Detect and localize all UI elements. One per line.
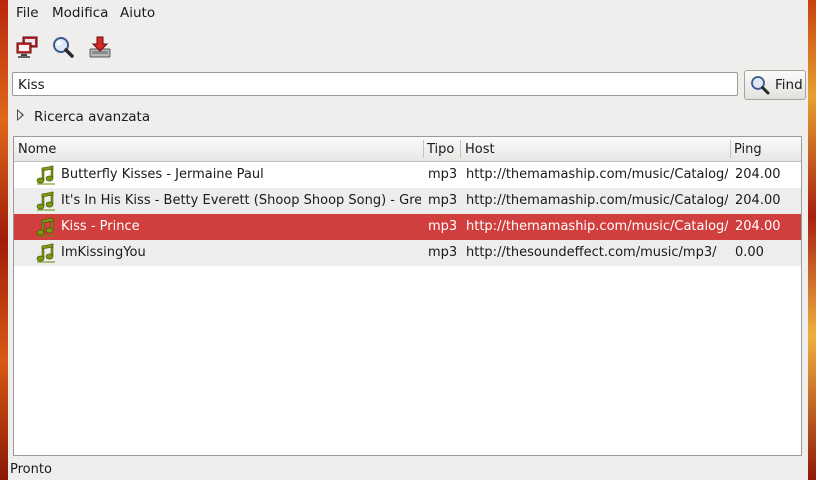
desktop-background-right — [808, 0, 816, 480]
cell-ping: 204.00 — [735, 167, 781, 182]
cell-ping: 204.00 — [735, 219, 781, 234]
search-icon — [751, 76, 770, 95]
network-icon — [16, 36, 38, 58]
table-header: Nome Tipo Host Ping — [14, 137, 801, 162]
column-divider[interactable] — [730, 140, 731, 158]
cell-name: Butterfly Kisses - Jermaine Paul — [61, 167, 264, 182]
advanced-search-toggle[interactable]: Ricerca avanzata — [34, 109, 150, 125]
search-input[interactable]: Kiss — [12, 72, 738, 96]
find-button[interactable]: Find — [744, 70, 806, 100]
find-button-label: Find — [775, 77, 803, 93]
menu-bar: File Modifica Aiuto — [8, 0, 808, 27]
download-icon — [89, 36, 111, 58]
download-button[interactable] — [88, 35, 112, 59]
desktop-background-left — [0, 0, 8, 480]
cell-ping: 204.00 — [735, 193, 781, 208]
column-header-type[interactable]: Tipo — [427, 142, 454, 157]
cell-type: mp3 — [428, 219, 458, 234]
menu-help[interactable]: Aiuto — [120, 5, 155, 21]
cell-host: http://themamaship.com/music/Catalog/ — [466, 193, 728, 208]
expander-arrow-icon[interactable] — [17, 109, 24, 121]
cell-name: It's In His Kiss - Betty Everett (Shoop … — [61, 193, 421, 208]
music-note-icon — [36, 191, 55, 211]
column-header-host[interactable]: Host — [465, 142, 495, 157]
status-bar: Pronto — [8, 458, 808, 480]
app-window: File Modifica Aiuto Kiss Find Ricerca av… — [8, 0, 808, 480]
cell-ping: 0.00 — [735, 245, 764, 260]
cell-host: http://thesoundeffect.com/music/mp3/ — [466, 245, 717, 260]
search-input-value: Kiss — [18, 77, 45, 93]
table-row[interactable]: It's In His Kiss - Betty Everett (Shoop … — [14, 188, 801, 214]
cell-host: http://themamaship.com/music/Catalog/ — [466, 167, 728, 182]
column-divider[interactable] — [460, 140, 461, 158]
cell-type: mp3 — [428, 167, 458, 182]
search-toolbar-button[interactable] — [51, 35, 75, 59]
music-note-icon — [36, 243, 55, 263]
menu-edit[interactable]: Modifica — [52, 5, 108, 21]
table-row[interactable]: ImKissingYou mp3 http://thesoundeffect.com… — [14, 240, 801, 266]
status-text: Pronto — [10, 462, 52, 477]
column-header-ping[interactable]: Ping — [734, 142, 762, 157]
table-row[interactable]: Butterfly Kisses - Jermaine Paul mp3 http:… — [14, 162, 801, 188]
column-header-name[interactable]: Nome — [18, 142, 56, 157]
cell-name: ImKissingYou — [61, 245, 146, 260]
results-table: Nome Tipo Host Ping Butterfly Kisses - J… — [13, 136, 802, 456]
music-note-icon — [36, 217, 55, 237]
cell-name: Kiss - Prince — [61, 219, 140, 234]
search-icon — [53, 37, 74, 58]
table-row[interactable]: Kiss - Prince mp3 http://themamaship.com/m… — [14, 214, 801, 240]
column-divider[interactable] — [423, 140, 424, 158]
network-button[interactable] — [15, 35, 39, 59]
cell-host: http://themamaship.com/music/Catalog/ — [466, 219, 728, 234]
cell-type: mp3 — [428, 245, 458, 260]
cell-type: mp3 — [428, 193, 458, 208]
music-note-icon — [36, 165, 55, 185]
menu-file[interactable]: File — [16, 5, 39, 21]
